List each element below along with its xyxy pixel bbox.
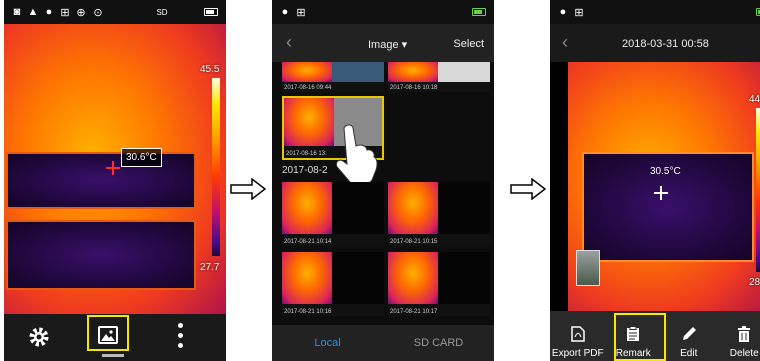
status-bar: ● ⊞ (550, 0, 760, 24)
battery-icon (756, 8, 760, 16)
grid-icon: ⊞ (60, 6, 70, 19)
back-icon[interactable]: ‹ (562, 32, 568, 53)
gallery-header: ‹ Image ▾ Select (272, 24, 494, 62)
zoom-icon: ⊕ (76, 6, 86, 19)
arrow-right-icon (510, 178, 546, 200)
thermal-view[interactable]: 30.6°C (4, 24, 226, 314)
thumbnail[interactable]: 2017-08-21 10:16 (282, 252, 384, 316)
grid-icon: ⊞ (296, 6, 306, 19)
spot-crosshair (654, 186, 674, 206)
sd-card-icon: SD (156, 7, 168, 17)
battery-icon (472, 8, 486, 16)
color-scale (212, 78, 220, 256)
photo-action-bar: Export PDF Remark Edit Delete (550, 311, 760, 361)
target-icon: ⊙ (93, 6, 103, 19)
thumbnail[interactable]: 2017-08-16 10:18 (388, 62, 490, 92)
status-bar: ● ⊞ (272, 0, 494, 24)
thumbnail-grid: 2017-08-16 09:44 2017-08-16 10:18 2017-0… (272, 62, 494, 325)
scale-max: 45.5 (200, 64, 220, 75)
select-button[interactable]: Select (453, 38, 484, 50)
gallery-screen: ● ⊞ ‹ Image ▾ Select 2017-08-16 09:44 20… (272, 0, 494, 361)
scale-min: 27.7 (200, 262, 220, 273)
grid-icon: ⊞ (574, 6, 584, 19)
remark-highlight (614, 313, 666, 361)
edit-button[interactable]: Edit (661, 311, 717, 361)
photo-detail-screen: ● ⊞ ‹ 2018-03-31 00:58 30.5°C 44.8 28.5 … (550, 0, 760, 361)
export-pdf-button[interactable]: Export PDF (550, 311, 606, 361)
visible-light-inset (576, 250, 600, 286)
gallery-highlight (87, 315, 129, 351)
thumbnail[interactable]: 2017-08-21 10:15 (388, 182, 490, 246)
battery-icon (204, 8, 218, 16)
edit-icon (681, 326, 697, 342)
tab-sd-card[interactable]: SD CARD (383, 325, 494, 361)
photo-title: 2018-03-31 00:58 (622, 38, 709, 50)
delete-button[interactable]: Delete (717, 311, 760, 361)
settings-icon[interactable] (26, 324, 52, 350)
thumbnail[interactable]: 2017-08-16 09:44 (282, 62, 384, 92)
color-scale (756, 108, 760, 272)
thermal-photo[interactable]: 30.5°C (568, 62, 760, 312)
thumbnail[interactable]: 2017-08-21 10:17 (388, 252, 490, 316)
scale-max: 44.8 (749, 94, 760, 105)
storage-tabs: Local SD CARD (272, 325, 494, 361)
tab-local[interactable]: Local (272, 325, 383, 361)
scale-min: 28.5 (749, 277, 760, 288)
location-icon: ● (45, 6, 53, 18)
pdf-icon (570, 326, 586, 342)
solar-cell-upper (6, 152, 196, 209)
camera-screen: ◙ ▲ ● ⊞ ⊕ ⊙ SD 30.6°C 45.5 27.7 (4, 0, 226, 361)
more-icon[interactable] (178, 323, 184, 349)
spot-temperature: 30.6°C (121, 148, 162, 167)
back-icon[interactable]: ‹ (286, 32, 292, 53)
detail-header: ‹ 2018-03-31 00:58 (550, 24, 760, 62)
arrow-right-icon (230, 178, 266, 200)
delete-icon (736, 326, 752, 342)
status-bar: ◙ ▲ ● ⊞ ⊕ ⊙ SD (4, 0, 226, 24)
spot-temperature: 30.5°C (650, 166, 681, 177)
thumbnail[interactable]: 2017-08-21 10:14 (282, 182, 384, 246)
signal-icon: ▲ (27, 6, 39, 18)
bottom-toolbar (4, 314, 226, 361)
section-date: 2017-08-2 (282, 165, 328, 176)
home-indicator (102, 354, 124, 357)
spot-crosshair (106, 161, 120, 175)
location-icon: ● (559, 6, 567, 18)
camera-icon: ◙ (13, 6, 21, 18)
hand-tap-icon (334, 124, 378, 188)
image-dropdown[interactable]: Image ▾ (368, 38, 407, 51)
location-icon: ● (281, 6, 289, 18)
solar-cell-lower (6, 220, 196, 290)
